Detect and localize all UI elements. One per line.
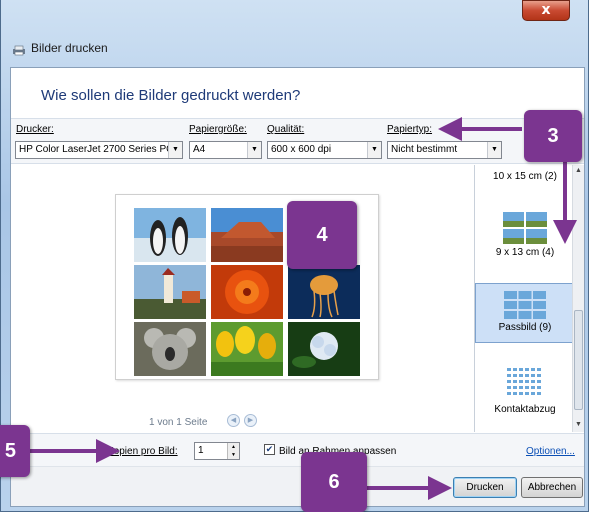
annotation-badge-4: 4	[287, 201, 357, 269]
layout-item-label: Passbild (9)	[498, 322, 552, 333]
photo-koala	[134, 322, 206, 376]
scroll-thumb[interactable]	[574, 310, 583, 410]
layout-item-10x15[interactable]: 10 x 15 cm (2)	[475, 171, 575, 182]
annotation-badge-5: 5	[0, 425, 30, 477]
page-indicator: 1 von 1 Seite	[149, 417, 208, 428]
print-pictures-screen: x Bilder drucken Wie sollen die Bilder g…	[0, 0, 589, 512]
photo-hydrangea	[288, 322, 360, 376]
scroll-up-icon[interactable]: ▲	[573, 167, 584, 174]
dialog-content: Wie sollen die Bilder gedruckt werden? D…	[10, 67, 585, 507]
copies-stepper[interactable]: 1 ▲ ▼	[194, 442, 240, 460]
close-button[interactable]: x	[522, 0, 570, 21]
photo-tulips	[211, 322, 283, 376]
chevron-down-icon: ▼	[367, 142, 381, 158]
layout-9x13-icon	[503, 212, 547, 244]
photo-lighthouse	[134, 265, 206, 319]
layout-item-contact-sheet[interactable]: Kontaktabzug	[475, 361, 575, 425]
paper-type-value: Nicht bestimmt	[391, 144, 458, 155]
photo-penguins	[134, 208, 206, 262]
print-button[interactable]: Drucken	[453, 477, 517, 498]
layout-item-label: 9 x 13 cm (4)	[495, 247, 555, 258]
copies-label: Kopien pro Bild:	[107, 446, 178, 457]
paper-type-label: Papiertyp:	[387, 124, 433, 135]
printer-icon	[13, 45, 25, 56]
paper-type-select[interactable]: Nicht bestimmt ▼	[387, 141, 502, 159]
paper-size-value: A4	[193, 144, 206, 155]
paper-size-label: Papiergröße:	[189, 124, 247, 135]
layout-item-9x13[interactable]: 9 x 13 cm (4)	[475, 203, 575, 267]
layout-item-label: Kontaktabzug	[494, 404, 556, 415]
layout-scrollbar[interactable]: ▲ ▼	[572, 165, 584, 432]
layout-passbild-icon	[504, 291, 546, 319]
print-preview: 1 von 1 Seite ◀ ▶	[11, 165, 474, 432]
scroll-down-icon[interactable]: ▼	[573, 421, 584, 428]
dialog-heading: Wie sollen die Bilder gedruckt werden?	[41, 87, 301, 104]
spin-down-icon[interactable]: ▼	[227, 451, 239, 459]
copies-value: 1	[198, 445, 204, 456]
paper-size-select[interactable]: A4 ▼	[189, 141, 262, 159]
photo-jellyfish	[288, 265, 360, 319]
spin-up-icon[interactable]: ▲	[227, 443, 239, 451]
next-page-button[interactable]: ▶	[244, 414, 257, 427]
options-link[interactable]: Optionen...	[526, 446, 575, 457]
layout-item-label: 10 x 15 cm (2)	[493, 171, 557, 182]
annotation-badge-3: 3	[524, 110, 582, 162]
printer-label: Drucker:	[16, 124, 54, 135]
print-options-bar: Drucker: HP Color LaserJet 2700 Series P…	[11, 118, 584, 164]
quality-value: 600 x 600 dpi	[271, 144, 332, 155]
annotation-badge-6: 6	[301, 452, 367, 512]
window-title: Bilder drucken	[31, 41, 108, 55]
photo-desert	[211, 208, 283, 262]
quality-label: Qualität:	[267, 124, 305, 135]
quality-select[interactable]: 600 x 600 dpi ▼	[267, 141, 382, 159]
previous-page-button[interactable]: ◀	[227, 414, 240, 427]
fit-checkbox[interactable]: ✔	[264, 444, 275, 455]
chevron-down-icon: ▼	[487, 142, 501, 158]
layout-contact-sheet-icon	[507, 368, 541, 395]
chevron-down-icon: ▼	[168, 142, 182, 158]
chevron-down-icon: ▼	[247, 142, 261, 158]
button-row: Drucken Abbrechen	[11, 466, 584, 506]
photo-red-flower	[211, 265, 283, 319]
cancel-button[interactable]: Abbrechen	[521, 477, 583, 498]
printer-value: HP Color LaserJet 2700 Series PCL 6	[19, 144, 183, 155]
printer-select[interactable]: HP Color LaserJet 2700 Series PCL 6 ▼	[15, 141, 183, 159]
layout-list: 10 x 15 cm (2) 9 x 13 cm (4) Passbild (9…	[474, 165, 584, 432]
copies-row: Kopien pro Bild: 1 ▲ ▼ ✔ Bild an Rahmen …	[11, 433, 584, 466]
layout-item-passbild[interactable]: Passbild (9)	[475, 283, 575, 343]
